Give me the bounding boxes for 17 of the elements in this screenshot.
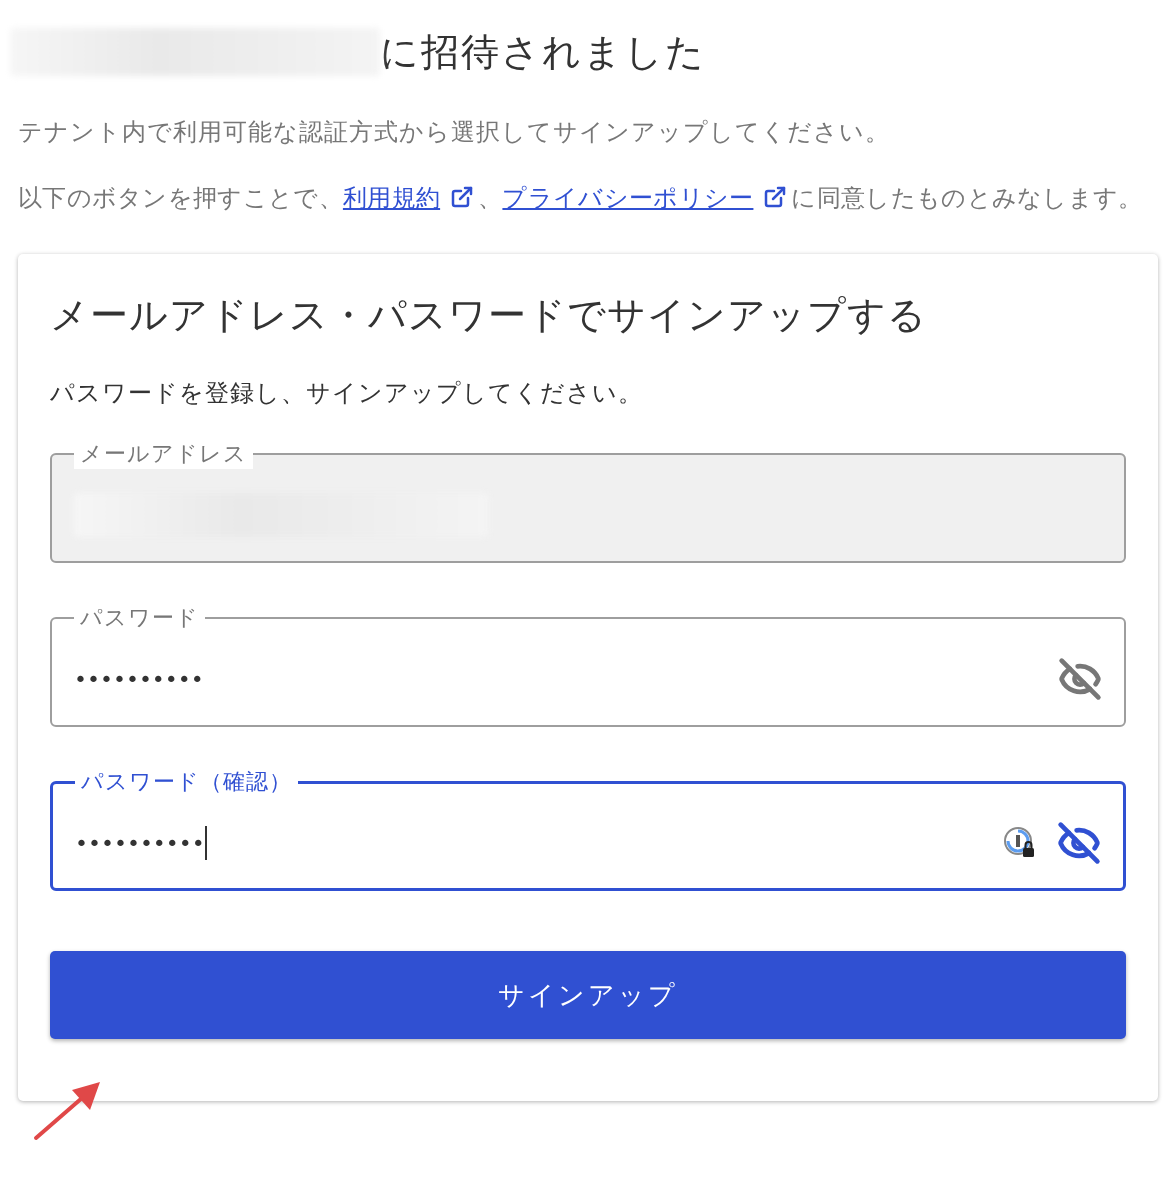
password-field[interactable]: パスワード（確認） •••••••••• [50,767,1126,891]
external-link-icon [763,185,788,209]
card-title: メールアドレス・パスワードでサインアップする [50,292,928,339]
intro-text: テナント内で利用可能な認証方式から選択してサインアップしてください。 [18,117,891,148]
consent-text: 以下のボタンを押すことで、利用規約 、プライバシーポリシー に同意したものとみなします。 [18,183,1144,214]
password-manager-icon[interactable] [1003,826,1037,860]
page-title: に招待されました [380,28,706,76]
instruction-text: パスワードを登録し、サインアップしてください。 [50,378,644,409]
policy-link[interactable]: プライバシーポリシー [502,184,792,212]
field-value: •••••••••• [74,666,204,692]
external-link-icon [450,185,475,209]
field-value: •••••••••• [75,830,205,856]
signup-button[interactable]: サインアップ [50,951,1126,1039]
policy-link[interactable]: 利用規約 [342,184,479,212]
hide-password-icon[interactable] [1057,821,1101,865]
hide-password-icon[interactable] [1058,657,1102,701]
text-caret [204,826,207,860]
